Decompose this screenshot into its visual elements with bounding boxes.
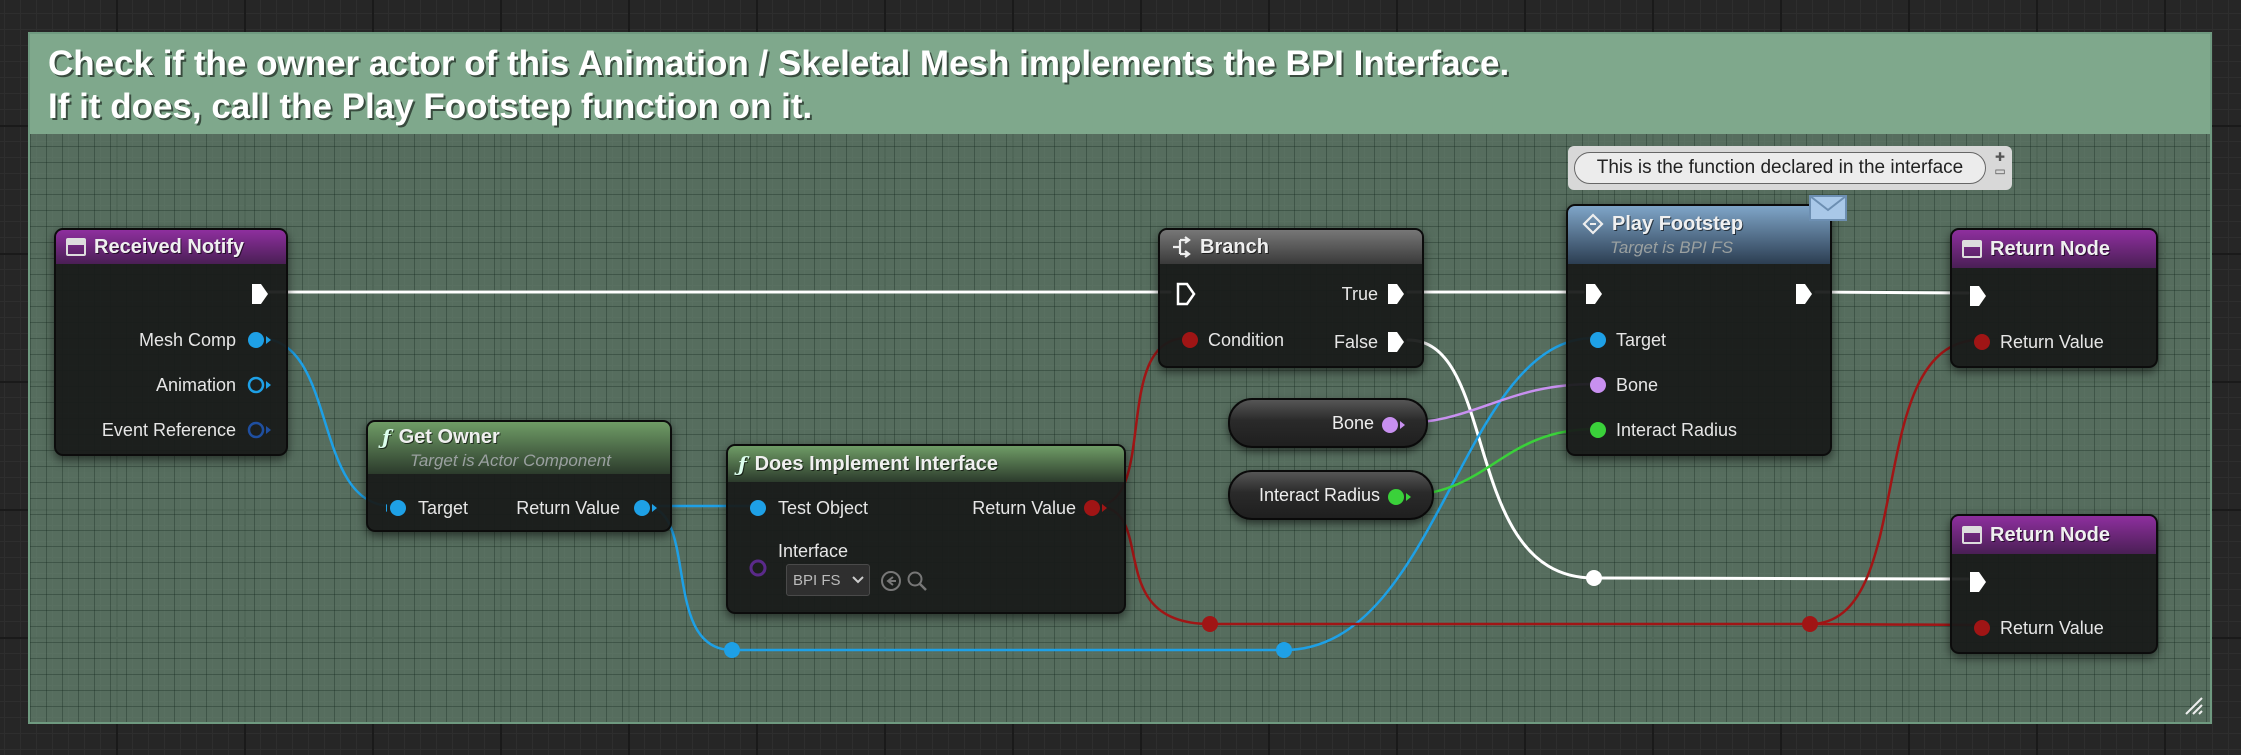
variable-label: Bone <box>1331 413 1374 433</box>
function-icon: ƒ <box>738 452 747 476</box>
reroute-knot-bool[interactable] <box>1202 616 1218 632</box>
node-header[interactable]: ƒ Does Implement Interface <box>728 446 1124 482</box>
reroute-knot-object[interactable] <box>1276 642 1292 658</box>
pin-label-target: Target <box>418 498 469 518</box>
node-header[interactable]: Play Footstep Target is BPI FS <box>1568 206 1830 264</box>
variable-node-interact-radius[interactable]: Interact Radius <box>1228 470 1434 520</box>
pin-label-mesh-comp: Mesh Comp <box>138 330 236 350</box>
pin-label-interface: Interface <box>778 541 849 561</box>
object-pin-icon[interactable] <box>246 330 272 350</box>
exec-wire <box>1814 290 1970 295</box>
pin-label-interact-radius: Interact Radius <box>1616 420 1738 440</box>
exec-in-pin-icon[interactable] <box>1968 570 1988 594</box>
wires <box>256 290 1982 658</box>
node-title: Get Owner <box>398 425 500 448</box>
comment-bubble[interactable]: This is the function declared in the int… <box>1568 146 2012 190</box>
node-title: Branch <box>1200 235 1269 258</box>
exec-out-pin-icon[interactable] <box>1794 282 1814 306</box>
pin-label-return-value: Return Value <box>2000 332 2104 352</box>
float-pin-icon[interactable] <box>1386 487 1412 507</box>
chevron-down-icon <box>851 576 864 584</box>
pin-label-condition: Condition <box>1208 330 1285 350</box>
envelope-icon <box>1809 195 1847 221</box>
node-subtitle: Target is Actor Component <box>410 451 611 470</box>
node-does-implement-interface[interactable]: ƒ Does Implement Interface Test Object R… <box>726 444 1126 614</box>
search-icon[interactable] <box>906 570 928 592</box>
name-pin-icon[interactable] <box>1380 415 1406 435</box>
exec-out-pin-icon[interactable] <box>1386 330 1406 354</box>
node-return-1[interactable]: Return Node Return Value <box>1950 228 2158 368</box>
node-header[interactable]: ƒ Get Owner Target is Actor Component <box>368 422 670 474</box>
exec-in-pin-icon[interactable] <box>1584 282 1604 306</box>
node-title: Received Notify <box>94 235 245 258</box>
event-icon <box>66 238 86 256</box>
struct-pin-icon[interactable] <box>246 420 272 440</box>
node-received-notify[interactable]: Received Notify Mesh Comp Animation Even… <box>54 228 288 456</box>
reroute-knot-exec[interactable] <box>1586 570 1602 586</box>
node-get-owner[interactable]: ƒ Get Owner Target is Actor Component Ta… <box>366 420 672 532</box>
exec-out-pin-icon[interactable] <box>250 282 270 306</box>
bool-wire <box>1093 338 1982 626</box>
function-icon: ƒ <box>382 425 391 449</box>
node-title: Return Node <box>1990 237 2110 260</box>
exec-in-pin-icon[interactable] <box>1968 284 1988 308</box>
pin-label-animation: Animation <box>155 375 236 395</box>
node-subtitle: Target is BPI FS <box>1610 237 1734 257</box>
interface-dropdown-value: BPI FS <box>793 571 841 589</box>
node-branch[interactable]: Branch True Condition False <box>1158 228 1424 368</box>
use-selected-asset-icon[interactable] <box>880 570 902 592</box>
object-pin-icon[interactable] <box>246 375 272 395</box>
node-header[interactable]: Return Node <box>1952 230 2156 268</box>
interface-pin-icon[interactable] <box>746 558 772 578</box>
pin-label-return-value: Return Value <box>2000 618 2104 638</box>
exec-out-pin-icon[interactable] <box>1386 282 1406 306</box>
interface-dropdown[interactable]: BPI FS <box>786 564 870 596</box>
bool-pin-icon[interactable] <box>1970 332 1996 352</box>
pin-label-return-value: Return Value <box>972 498 1076 518</box>
node-header[interactable]: Return Node <box>1952 516 2156 554</box>
pin-label-target: Target <box>1616 330 1667 350</box>
node-title: Play Footstep <box>1612 212 1744 235</box>
interface-message-icon <box>1582 213 1604 235</box>
exec-wire <box>1592 576 1970 581</box>
bool-pin-icon[interactable] <box>1082 498 1108 518</box>
node-header[interactable]: Branch <box>1160 230 1422 264</box>
node-return-2[interactable]: Return Node Return Value <box>1950 514 2158 654</box>
node-title: Does Implement Interface <box>754 452 999 475</box>
object-pin-icon[interactable] <box>1586 330 1612 350</box>
node-header[interactable]: Received Notify <box>56 230 286 264</box>
pin-label-true: True <box>1341 284 1378 304</box>
reroute-knot-object[interactable] <box>724 642 740 658</box>
object-pin-icon[interactable] <box>632 498 658 518</box>
pin-label-event-reference: Event Reference <box>101 420 236 440</box>
pin-label-return-value: Return Value <box>516 498 620 518</box>
node-title: Return Node <box>1990 523 2110 546</box>
object-pin-icon[interactable] <box>386 498 412 518</box>
object-pin-icon[interactable] <box>746 498 772 518</box>
pin-label-bone: Bone <box>1616 375 1659 395</box>
exec-in-pin-icon[interactable] <box>1176 282 1196 306</box>
pin-label-test-object: Test Object <box>778 498 869 518</box>
node-play-footstep[interactable]: Play Footstep Target is BPI FS Target Bo… <box>1566 195 1847 456</box>
pin-label-false: False <box>1333 332 1378 352</box>
comment-bubble-text: This is the function declared in the int… <box>1574 152 1986 184</box>
bool-pin-icon[interactable] <box>1970 618 1996 638</box>
pin-icon[interactable]: ✚ ▭ <box>1992 150 2008 182</box>
branch-icon <box>1173 236 1191 258</box>
float-pin-icon[interactable] <box>1586 420 1612 440</box>
function-entry-icon <box>1962 240 1982 258</box>
variable-node-bone[interactable]: Bone <box>1228 398 1428 448</box>
variable-label: Interact Radius <box>1258 485 1380 505</box>
function-entry-icon <box>1962 526 1982 544</box>
name-pin-icon[interactable] <box>1586 375 1612 395</box>
reroute-knot-bool[interactable] <box>1802 616 1818 632</box>
bool-pin-icon[interactable] <box>1178 330 1204 350</box>
